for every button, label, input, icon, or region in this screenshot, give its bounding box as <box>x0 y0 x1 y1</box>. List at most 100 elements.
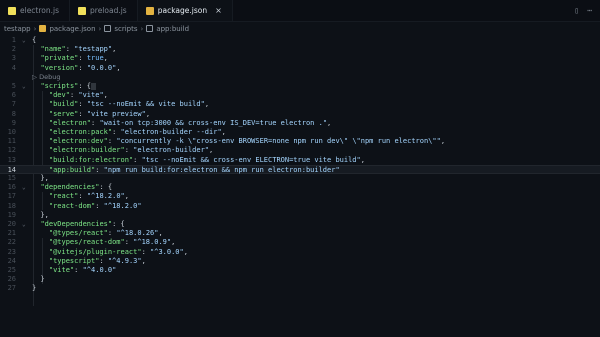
code-line[interactable]: 6 "dev": "vite", <box>0 91 600 100</box>
code-text: "@types/react": "^18.0.26", <box>48 229 163 238</box>
code-line[interactable]: 12 "electron:builder": "electron-builder… <box>0 146 600 155</box>
code-line[interactable]: 14 "app:build": "npm run build:for:elect… <box>0 164 600 174</box>
code-text: "typescript": "^4.9.3", <box>48 256 146 265</box>
code-text: { <box>32 36 37 44</box>
breadcrumb-property[interactable]: app:build <box>156 25 189 33</box>
code-text: "dependencies": { <box>40 183 113 192</box>
code-line[interactable]: 11 "electron:dev": "concurrently -k \"cr… <box>0 137 600 146</box>
line-number: 10 <box>7 128 16 136</box>
code-text: "build:for:electron": "tsc --noEmit && c… <box>48 155 365 164</box>
line-number: 25 <box>7 266 16 274</box>
js-file-icon <box>8 6 16 15</box>
code-text: } <box>32 275 45 284</box>
line-number: 16 <box>7 183 16 192</box>
code-text: }, <box>32 210 49 219</box>
line-number: 8 <box>11 109 16 118</box>
code-line[interactable]: 5 ⌄ "scripts": { <box>0 82 600 91</box>
code-line[interactable]: 22 "@types/react-dom": "^18.0.9", <box>0 238 600 247</box>
code-line[interactable]: 4 "version": "0.0.0", <box>0 64 600 73</box>
editor-tab-bar: electron.js preload.js package.json × ▯ … <box>0 0 600 22</box>
breadcrumb: testapp › package.json › scripts › app:b… <box>0 22 600 35</box>
code-line[interactable]: 20 ⌄ "devDependencies": { <box>0 220 600 229</box>
code-line[interactable]: 13 "build:for:electron": "tsc --noEmit &… <box>0 156 600 165</box>
split-editor-icon[interactable]: ▯ <box>574 6 579 15</box>
tab-package-json[interactable]: package.json × <box>137 0 233 21</box>
line-number: 5 <box>11 82 16 90</box>
line-number: 3 <box>11 54 16 63</box>
code-text: "serve": "vite preview", <box>48 109 151 118</box>
code-line[interactable]: 15 }, <box>0 174 600 183</box>
code-text: "@vitejs/plugin-react": "^3.0.0", <box>48 247 188 256</box>
code-text: "electron:pack": "electron-builder --dir… <box>48 128 226 136</box>
code-line[interactable]: 23 "@vitejs/plugin-react": "^3.0.0", <box>0 248 600 257</box>
code-line[interactable]: 8 "serve": "vite preview", <box>0 110 600 119</box>
breadcrumb-separator: › <box>98 24 102 33</box>
code-line[interactable]: 18 "react-dom": "^18.2.0" <box>0 202 600 211</box>
breadcrumb-root[interactable]: testapp <box>4 25 31 33</box>
line-number: 21 <box>7 229 16 238</box>
line-number: 2 <box>11 45 16 54</box>
line-number: 1 <box>11 36 16 44</box>
code-line[interactable]: 2 "name": "testapp", <box>0 45 600 54</box>
line-number: 23 <box>7 247 16 256</box>
code-line[interactable]: 24 "typescript": "^4.9.3", <box>0 257 600 266</box>
code-text: "electron:builder": "electron-builder", <box>48 146 214 155</box>
fold-chevron-icon[interactable]: ⌄ <box>22 183 26 192</box>
code-line[interactable]: 21 "@types/react": "^18.0.26", <box>0 229 600 238</box>
code-text: "dev": "vite", <box>48 91 108 100</box>
line-number: 24 <box>7 256 16 265</box>
line-number: 20 <box>7 220 16 228</box>
code-text: }, <box>32 174 49 182</box>
code-text: "devDependencies": { <box>40 220 125 228</box>
property-icon <box>146 25 154 32</box>
close-icon[interactable]: × <box>215 6 222 15</box>
line-number: 6 <box>11 91 16 100</box>
tab-label: electron.js <box>20 6 60 15</box>
code-text: "react": "^18.2.0", <box>48 192 129 201</box>
line-number: 7 <box>11 100 16 109</box>
breadcrumb-separator: › <box>33 24 37 33</box>
code-line[interactable]: 25 "vite": "^4.0.0" <box>0 266 600 275</box>
breadcrumb-separator: › <box>140 24 144 33</box>
line-number: 11 <box>7 137 16 146</box>
code-line[interactable]: 26 } <box>0 275 600 284</box>
fold-chevron-icon[interactable]: ⌄ <box>22 82 26 91</box>
code-text: "@types/react-dom": "^18.0.9", <box>48 238 176 247</box>
line-number: 9 <box>11 118 16 127</box>
line-number: 26 <box>7 275 16 284</box>
code-line[interactable]: 9 "electron": "wait-on tcp:3000 && cross… <box>0 119 600 128</box>
bracket-match-highlight <box>91 82 97 90</box>
line-number: 18 <box>7 201 16 210</box>
tabbar-actions: ▯ ⋯ <box>574 0 600 21</box>
code-line[interactable]: 17 "react": "^18.2.0", <box>0 192 600 201</box>
code-text: "electron": "wait-on tcp:3000 && cross-e… <box>48 118 332 127</box>
code-text: "vite": "^4.0.0" <box>48 266 117 274</box>
code-editor[interactable]: 1 ⌄ {2 "name": "testapp", 3 "private": true… <box>0 36 600 337</box>
line-number: 17 <box>7 192 16 201</box>
debug-codelens[interactable]: ▷ Debug <box>0 73 600 82</box>
code-text: "version": "0.0.0", <box>40 63 121 72</box>
code-text: "build": "tsc --noEmit && vite build", <box>48 100 210 109</box>
debug-codelens-label[interactable]: ▷ Debug <box>32 73 60 82</box>
breadcrumb-file[interactable]: package.json <box>49 25 95 33</box>
code-line[interactable]: 3 "private": true, <box>0 54 600 63</box>
code-line[interactable]: 27} <box>0 284 600 293</box>
line-number: 4 <box>11 63 16 72</box>
line-number: 27 <box>7 284 16 293</box>
fold-chevron-icon[interactable]: ⌄ <box>22 36 26 45</box>
fold-chevron-icon[interactable]: ⌄ <box>22 220 26 229</box>
code-line[interactable]: 7 "build": "tsc --noEmit && vite build", <box>0 100 600 109</box>
code-line[interactable]: 10 "electron:pack": "electron-builder --… <box>0 128 600 137</box>
code-text: "name": "testapp", <box>40 45 117 54</box>
code-line[interactable]: 16 ⌄ "dependencies": { <box>0 183 600 192</box>
code-text: "react-dom": "^18.2.0" <box>48 201 142 210</box>
breadcrumb-object[interactable]: scripts <box>114 25 137 33</box>
tab-preload-js[interactable]: preload.js <box>70 0 138 21</box>
code-line[interactable]: 1 ⌄ { <box>0 36 600 45</box>
code-line[interactable]: 19 }, <box>0 211 600 220</box>
more-actions-icon[interactable]: ⋯ <box>587 6 592 15</box>
tab-electron-js[interactable]: electron.js <box>0 0 71 21</box>
code-text: "scripts": { <box>32 82 97 91</box>
tab-label: preload.js <box>90 6 127 15</box>
line-number: 12 <box>7 146 16 155</box>
